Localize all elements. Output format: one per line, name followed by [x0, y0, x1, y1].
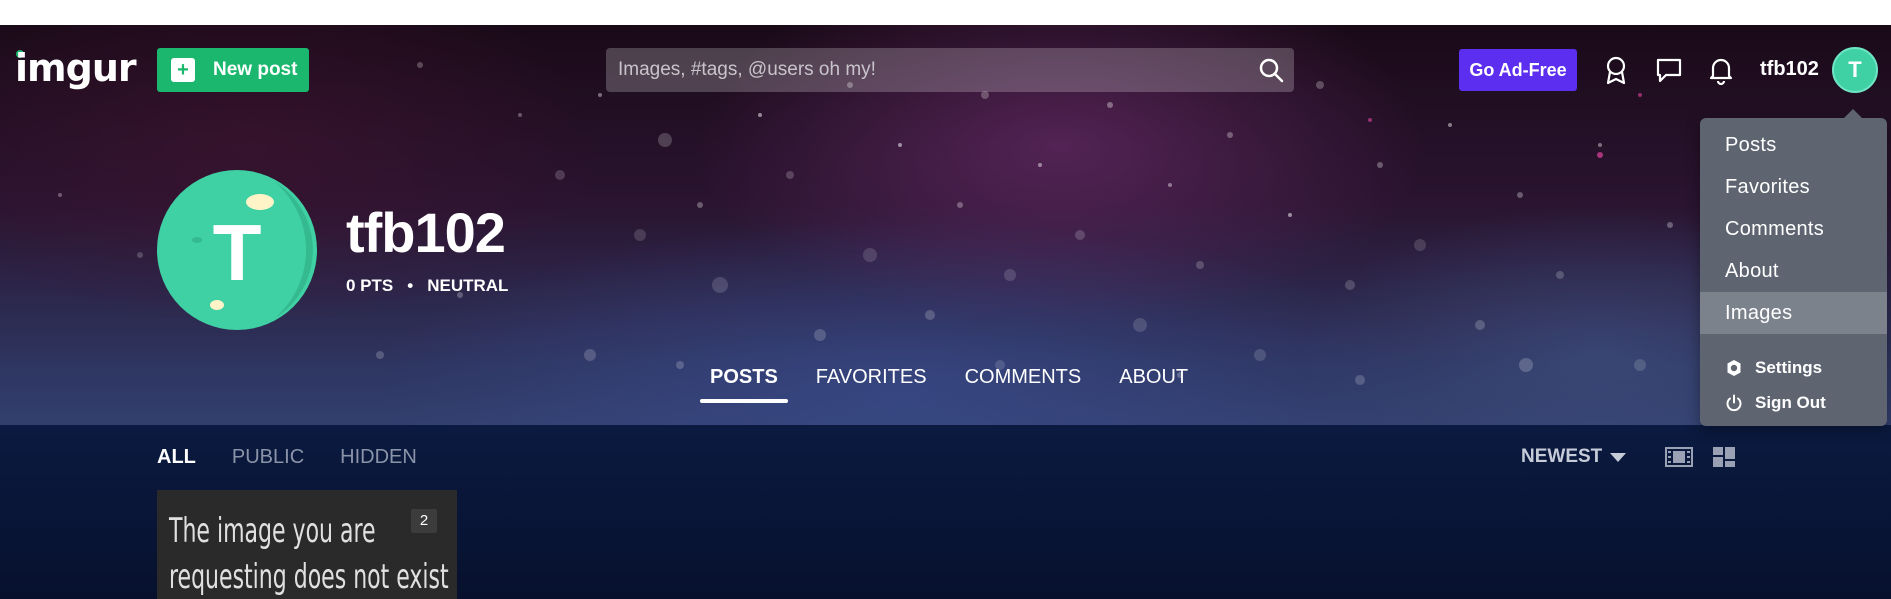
menu-item-favorites[interactable]: Favorites	[1700, 166, 1887, 208]
tab-favorites[interactable]: FAVORITES	[816, 366, 927, 403]
bell-icon[interactable]	[1705, 54, 1737, 86]
new-post-button[interactable]: + New post	[157, 48, 309, 92]
filter-public[interactable]: PUBLIC	[232, 446, 304, 469]
profile-avatar: T	[157, 170, 317, 330]
tab-comments[interactable]: COMMENTS	[965, 366, 1082, 403]
chat-bubble-icon[interactable]	[1653, 54, 1685, 86]
search-bar	[606, 48, 1294, 92]
film-strip-view-icon[interactable]	[1665, 446, 1693, 468]
profile-avatar-letter: T	[213, 208, 262, 297]
grid-view-icon[interactable]	[1712, 446, 1736, 468]
thumbnail-text: The image you are requesting does not ex…	[169, 508, 449, 599]
post-filters: ALL PUBLIC HIDDEN	[157, 446, 417, 469]
menu-item-settings[interactable]: Settings	[1725, 358, 1822, 378]
menu-item-images[interactable]: Images	[1700, 292, 1887, 334]
profile-stats: 0 PTS • NEUTRAL	[346, 276, 508, 296]
gear-icon	[1727, 360, 1741, 376]
thumbnail-text-line: requesting does not exist	[169, 557, 449, 597]
menu-item-posts[interactable]: Posts	[1700, 124, 1887, 166]
new-post-label: New post	[213, 59, 298, 80]
search-icon[interactable]	[1258, 57, 1284, 83]
menu-item-sign-out[interactable]: Sign Out	[1725, 393, 1826, 413]
sort-dropdown[interactable]: NEWEST	[1521, 446, 1627, 468]
imgur-logo[interactable]: imgur	[15, 46, 137, 90]
search-input[interactable]	[618, 48, 1238, 92]
image-count-badge: 2	[411, 509, 437, 533]
tab-about[interactable]: ABOUT	[1119, 366, 1188, 403]
user-avatar-button[interactable]: T	[1832, 47, 1878, 93]
post-thumbnail[interactable]: The image you are requesting does not ex…	[157, 490, 457, 599]
profile-reputation: NEUTRAL	[427, 276, 509, 295]
plus-icon: +	[171, 58, 195, 82]
sign-out-label: Sign Out	[1755, 393, 1826, 412]
settings-label: Settings	[1755, 358, 1823, 377]
stats-separator: •	[407, 276, 414, 295]
go-ad-free-button[interactable]: Go Ad-Free	[1459, 49, 1577, 91]
thumbnail-text-line: The image you are	[169, 511, 376, 551]
header-username[interactable]: tfb102	[1760, 58, 1819, 81]
profile-points: 0 PTS	[346, 276, 394, 295]
tab-posts[interactable]: POSTS	[700, 366, 788, 403]
power-icon	[1726, 394, 1742, 412]
menu-item-about[interactable]: About	[1700, 250, 1887, 292]
profile-username: tfb102	[346, 201, 506, 264]
browser-top-strip	[0, 0, 1891, 25]
sort-label: NEWEST	[1521, 446, 1603, 467]
caret-down-icon	[1610, 452, 1627, 462]
filter-all[interactable]: ALL	[157, 446, 196, 469]
menu-item-comments[interactable]: Comments	[1700, 208, 1887, 250]
filter-hidden[interactable]: HIDDEN	[340, 446, 417, 469]
profile-tabs: POSTS FAVORITES COMMENTS ABOUT	[700, 366, 1188, 403]
user-dropdown-menu: Posts Favorites Comments About Images Se…	[1700, 109, 1887, 426]
medallion-icon[interactable]	[1600, 54, 1632, 86]
